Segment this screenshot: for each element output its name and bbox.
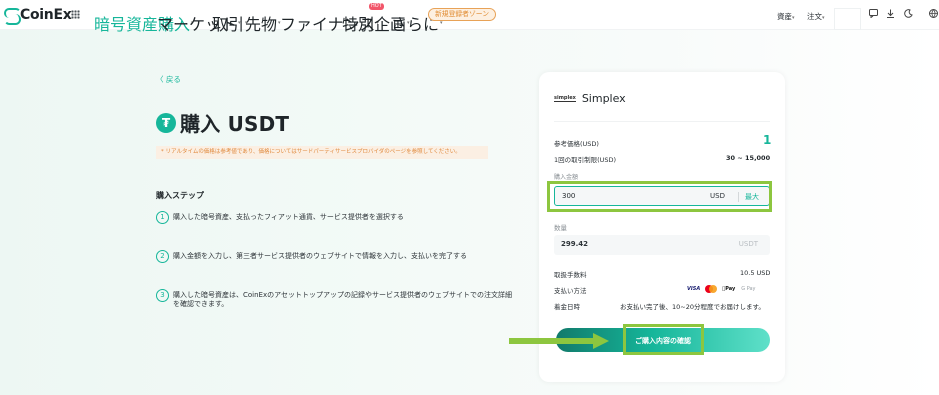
- visa-icon: VISA: [687, 286, 701, 292]
- moon-icon[interactable]: [904, 9, 913, 18]
- chevron-down-icon: ▾: [822, 15, 825, 21]
- quantity-value: 299.42: [561, 240, 589, 248]
- nav-assets[interactable]: 資産▾: [777, 11, 795, 22]
- download-icon[interactable]: [886, 9, 895, 18]
- apple-pay-text: Pay: [722, 286, 735, 292]
- step-text: 購入した暗号資産、支払ったフィアット通貨、サービス提供者を選択する: [173, 213, 404, 221]
- step-item: 1 購入した暗号資産、支払ったフィアット通貨、サービス提供者を選択する: [156, 211, 513, 224]
- google-pay-icon: G Pay: [738, 286, 755, 292]
- fee-value: 10.5 USD: [740, 269, 771, 277]
- step-text: 購入した暗号資産は、CoinExのアセットトップアップの記録やサービス提供者のウ…: [173, 291, 512, 308]
- coinex-logo-icon: [4, 7, 21, 25]
- page-title: 購入 USDT: [180, 112, 290, 136]
- provider-name: Simplex: [581, 92, 626, 105]
- nav-label: 資産: [777, 12, 792, 21]
- nav-item-futures[interactable]: 先物 ▾: [245, 11, 281, 35]
- nav-orders[interactable]: 注文▾: [807, 11, 825, 22]
- payment-methods: VISA Pay G Pay: [686, 285, 757, 293]
- page-title-row: ₮ 購入 USDT: [156, 108, 289, 137]
- apple-pay-icon: Pay: [721, 285, 736, 293]
- arrival-label: 着金日時: [554, 303, 580, 311]
- amount-label: 購入金額: [554, 174, 579, 181]
- quantity-unit: USDT: [738, 240, 758, 248]
- step-number: 2: [156, 250, 169, 263]
- step-text: 購入金額を入力し、第三者サービス提供者のウェブサイトで情報を入力し、支払いを完了…: [173, 252, 467, 260]
- ref-price-label: 参考価格(USD): [554, 140, 599, 148]
- highlight-frame: [623, 324, 704, 355]
- nav-label: 取引: [212, 15, 245, 34]
- highlight-frame: [547, 181, 772, 212]
- nav-label: 注文: [807, 12, 822, 21]
- chevron-down-icon: ▾: [792, 15, 795, 21]
- payment-method-label: 支払い方法: [554, 287, 587, 295]
- step-item: 3 購入した暗号資産は、CoinExのアセットトップアップの記録やサービス提供者…: [156, 289, 513, 309]
- coinex-logo[interactable]: CoinEx: [4, 7, 72, 25]
- price-notice: * リアルタイムの価格は参考値であり、価格についてはサードパーティサービスプロバ…: [156, 146, 488, 159]
- ref-price-value: 1: [763, 133, 772, 147]
- arrow-right-icon: [509, 333, 609, 349]
- quantity-field: 299.42 USDT: [554, 235, 770, 255]
- nav-item-trade[interactable]: 取引 ▾: [212, 11, 248, 35]
- divider: [554, 121, 770, 122]
- limit-label: 1回の取引制限(USD): [554, 156, 617, 164]
- new-user-zone-button[interactable]: 新規登録者ゾーン: [428, 8, 497, 21]
- fee-label: 取扱手数料: [554, 271, 587, 279]
- nav-label: 先物: [245, 15, 278, 34]
- hot-badge: HOT: [369, 3, 384, 10]
- usdt-icon: ₮: [156, 112, 176, 133]
- avatar[interactable]: [834, 8, 861, 30]
- step-number: 1: [156, 211, 169, 224]
- mastercard-icon: [705, 285, 718, 293]
- limit-value: 30 ~ 15,000: [726, 154, 771, 162]
- arrival-value: お支払い完了後、10~20分程度でお届けします。: [620, 303, 765, 311]
- provider-header: simplex Simplex: [554, 92, 626, 105]
- step-number: 3: [156, 289, 169, 302]
- brand-name: CoinEx: [20, 7, 72, 23]
- top-nav-bar: CoinEx 暗号資産購入 ▾ マーケット ▾ 取引 ▾ 先物 ▾ ファイナンス ▾ 特別…: [0, 0, 939, 34]
- steps-title: 購入ステップ: [156, 191, 204, 200]
- globe-icon[interactable]: [929, 9, 938, 18]
- simplex-logo: simplex: [554, 95, 576, 102]
- message-icon[interactable]: [869, 9, 878, 19]
- back-link[interactable]: 〈 戻る: [156, 74, 181, 85]
- quantity-label: 数量: [554, 224, 567, 232]
- apps-grid-icon[interactable]: [71, 10, 80, 19]
- step-item: 2 購入金額を入力し、第三者サービス提供者のウェブサイトで情報を入力し、支払いを…: [156, 250, 513, 263]
